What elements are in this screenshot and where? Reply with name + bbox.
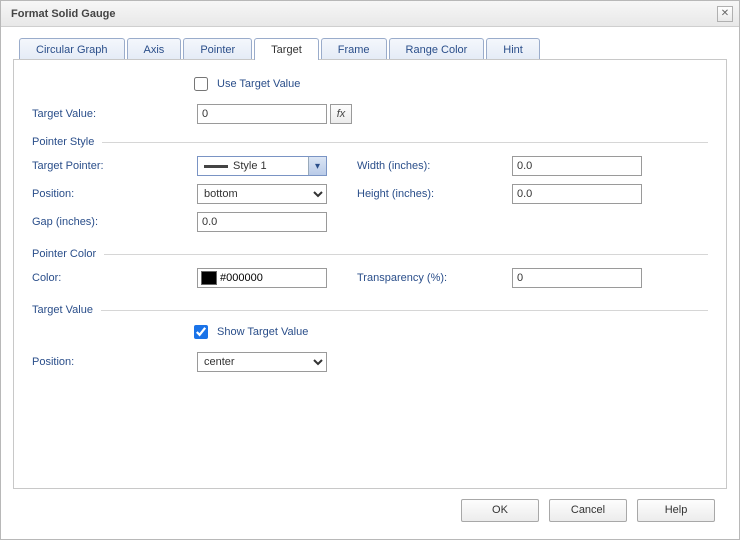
tv-position-select[interactable]: center	[197, 352, 327, 372]
tab-axis[interactable]: Axis	[127, 38, 182, 60]
fx-button[interactable]: fx	[330, 104, 352, 124]
chevron-down-icon: ▾	[308, 157, 326, 175]
dialog-format-solid-gauge: Format Solid Gauge ✕ Circular Graph Axis…	[0, 0, 740, 540]
tab-pointer[interactable]: Pointer	[183, 38, 252, 60]
target-value-header: Target Value	[32, 304, 93, 316]
window-title: Format Solid Gauge	[11, 8, 717, 20]
width-input[interactable]	[512, 156, 642, 176]
dialog-footer: OK Cancel Help	[13, 489, 727, 531]
tab-hint[interactable]: Hint	[486, 38, 540, 60]
tab-circular-graph[interactable]: Circular Graph	[19, 38, 125, 60]
transparency-label: Transparency (%):	[357, 272, 512, 284]
show-target-value-checkbox[interactable]	[194, 325, 208, 339]
use-target-value-label: Use Target Value	[217, 78, 300, 90]
ok-button[interactable]: OK	[461, 499, 539, 522]
titlebar: Format Solid Gauge ✕	[1, 1, 739, 27]
tab-bar: Circular Graph Axis Pointer Target Frame…	[19, 37, 727, 59]
tab-range-color[interactable]: Range Color	[389, 38, 485, 60]
height-input[interactable]	[512, 184, 642, 204]
tv-position-label: Position:	[32, 356, 197, 368]
target-value-label: Target Value:	[32, 108, 197, 120]
pointer-color-header: Pointer Color	[32, 248, 96, 260]
show-target-value-label: Show Target Value	[217, 326, 308, 338]
cancel-button[interactable]: Cancel	[549, 499, 627, 522]
gap-label: Gap (inches):	[32, 216, 197, 228]
divider	[101, 310, 708, 311]
use-target-value-checkbox[interactable]	[194, 77, 208, 91]
color-label: Color:	[32, 272, 197, 284]
help-button[interactable]: Help	[637, 499, 715, 522]
color-field[interactable]	[197, 268, 327, 288]
height-label: Height (inches):	[357, 188, 512, 200]
tab-panel-target: Use Target Value Target Value: fx Pointe…	[13, 59, 727, 489]
pointer-style-header: Pointer Style	[32, 136, 94, 148]
color-swatch	[201, 271, 217, 285]
color-input[interactable]	[220, 270, 310, 286]
divider	[102, 142, 708, 143]
dialog-body: Circular Graph Axis Pointer Target Frame…	[1, 27, 739, 539]
position-label: Position:	[32, 188, 197, 200]
fx-icon: fx	[337, 108, 346, 120]
position-select[interactable]: bottom	[197, 184, 327, 204]
tab-target[interactable]: Target	[254, 38, 319, 60]
target-pointer-value: Style 1	[233, 160, 308, 172]
target-pointer-select[interactable]: Style 1 ▾	[197, 156, 327, 176]
transparency-input[interactable]	[512, 268, 642, 288]
style-line-icon	[204, 165, 228, 168]
gap-input[interactable]	[197, 212, 327, 232]
divider	[104, 254, 708, 255]
close-button[interactable]: ✕	[717, 6, 733, 22]
target-value-input[interactable]	[197, 104, 327, 124]
width-label: Width (inches):	[357, 160, 512, 172]
close-icon: ✕	[721, 8, 729, 19]
target-pointer-label: Target Pointer:	[32, 160, 197, 172]
tab-frame[interactable]: Frame	[321, 38, 387, 60]
